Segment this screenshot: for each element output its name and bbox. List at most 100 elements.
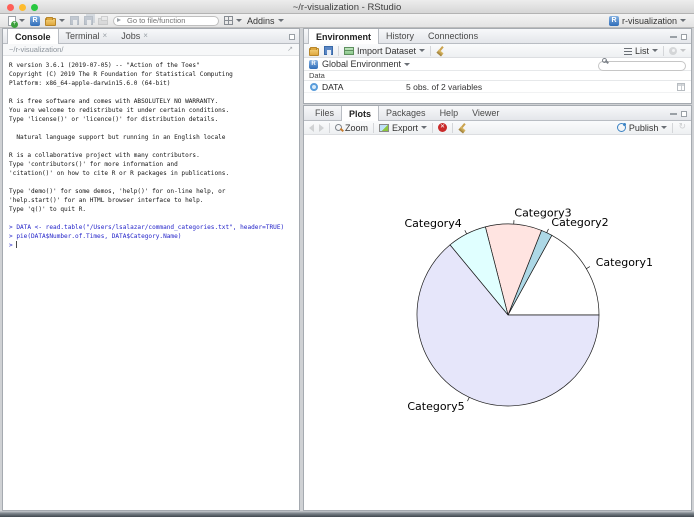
export-plot-button[interactable]: Export: [379, 123, 428, 133]
chevron-down-icon: [419, 49, 426, 52]
maximize-pane-icon[interactable]: [681, 33, 687, 40]
plots-tabbar: Files Plots Packages Help Viewer: [304, 106, 691, 121]
object-name: DATA: [322, 81, 344, 92]
titlebar: ~/r-visualization - RStudio: [0, 0, 694, 14]
zoom-plot-button[interactable]: Zoom: [335, 123, 368, 133]
pane-layout-icon: [224, 16, 233, 25]
print-button[interactable]: [98, 16, 108, 25]
import-dataset-label: Import Dataset: [357, 45, 417, 56]
new-file-icon: [8, 15, 18, 28]
data-object-icon: [310, 82, 318, 91]
import-dataset-button[interactable]: Import Dataset: [344, 45, 426, 56]
tab-packages[interactable]: Packages: [379, 106, 433, 120]
previous-plot-button[interactable]: [309, 123, 314, 132]
save-button[interactable]: [70, 16, 79, 25]
tab-connections[interactable]: Connections: [421, 29, 485, 43]
r-environment-icon: R: [309, 59, 318, 69]
plots-toolbar: Zoom Export ✕ Publish ↻: [304, 121, 691, 135]
remove-plot-button[interactable]: ✕: [438, 123, 448, 132]
environment-object-row[interactable]: DATA 5 obs. of 2 variables: [304, 81, 691, 93]
tab-label: Console: [15, 31, 51, 42]
pie-label-tick: [467, 397, 470, 402]
maximize-pane-icon[interactable]: [681, 110, 687, 117]
save-workspace-button[interactable]: [324, 46, 333, 55]
tab-label: Viewer: [472, 108, 500, 118]
environment-scope-selector[interactable]: Global Environment: [322, 59, 411, 69]
next-plot-button[interactable]: [319, 123, 324, 132]
list-view-label: List: [634, 45, 649, 56]
console-prompt: >: [9, 242, 17, 249]
new-file-button[interactable]: [8, 15, 25, 28]
console-panel: Console Terminal × Jobs × ~/r-visualization/…: [2, 28, 300, 511]
open-file-button[interactable]: [45, 16, 65, 26]
clear-objects-button[interactable]: [436, 46, 446, 56]
list-view-button[interactable]: List: [623, 45, 658, 56]
separator: [430, 45, 432, 56]
window-title: ~/r-visualization - RStudio: [292, 2, 402, 13]
console-output-line: R is a collaborative project with many c…: [9, 152, 200, 159]
console-input-line: > DATA <- read.table("/Users/lsalazar/co…: [9, 224, 285, 231]
separator: [452, 122, 454, 133]
open-folder-icon: [45, 16, 56, 26]
main-toolbar: R Addins R r-visualization: [0, 14, 694, 28]
zoom-label: Zoom: [345, 122, 369, 133]
view-data-icon[interactable]: [677, 82, 685, 91]
project-menu-button[interactable]: R r-visualization: [608, 15, 686, 26]
tab-console[interactable]: Console: [7, 29, 59, 44]
separator: [672, 122, 674, 133]
list-view-icon: [623, 48, 632, 55]
text-cursor: [16, 241, 18, 248]
tab-environment[interactable]: Environment: [308, 29, 380, 44]
minimize-pane-icon[interactable]: [670, 112, 677, 115]
publish-label: Publish: [628, 122, 659, 133]
environment-search-input[interactable]: [598, 60, 686, 71]
image-icon: [379, 124, 390, 132]
save-all-button[interactable]: [84, 16, 93, 25]
console-output-line: Type 'license()' or 'licence()' for dist…: [9, 116, 219, 123]
search-icon: [602, 57, 607, 63]
tab-jobs[interactable]: Jobs ×: [114, 29, 155, 43]
environment-scope-row: R Global Environment: [304, 57, 691, 71]
addins-button[interactable]: Addins: [247, 16, 284, 26]
close-tab-icon[interactable]: ×: [143, 32, 148, 40]
chevron-down-icon: [421, 126, 428, 129]
refresh-icon[interactable]: ↻: [678, 123, 686, 132]
minimize-pane-icon[interactable]: [670, 35, 677, 38]
separator: [432, 122, 434, 133]
environment-settings-button[interactable]: [669, 46, 686, 55]
separator: [338, 45, 339, 56]
addins-label: Addins: [247, 15, 275, 26]
tab-plots[interactable]: Plots: [341, 106, 380, 121]
console-output-line: Copyright (C) 2019 The R Foundation for …: [9, 71, 233, 78]
publish-icon: [616, 123, 626, 132]
pane-layout-button[interactable]: [224, 16, 242, 25]
console-pathbar: ~/r-visualization/ ↗: [3, 44, 299, 56]
load-workspace-button[interactable]: [309, 46, 319, 56]
new-project-button[interactable]: R: [30, 15, 40, 26]
console-output-line: Natural language support but running in …: [9, 134, 226, 141]
tab-label: Environment: [316, 31, 372, 42]
chevron-down-icon: [236, 19, 242, 22]
clear-all-plots-button[interactable]: [458, 123, 468, 133]
goto-file-input[interactable]: [113, 15, 219, 26]
tab-files[interactable]: Files: [308, 106, 341, 120]
pie-label-category5: Category5: [407, 400, 464, 413]
tab-terminal[interactable]: Terminal ×: [59, 29, 115, 43]
tab-history[interactable]: History: [379, 29, 421, 43]
maximize-pane-icon[interactable]: [289, 33, 295, 40]
chevron-down-icon: [661, 126, 668, 129]
console-output-line: Platform: x86_64-apple-darwin15.6.0 (64-…: [9, 80, 171, 87]
tab-label: Terminal: [65, 31, 100, 41]
open-in-new-window-icon[interactable]: ↗: [287, 46, 293, 53]
tab-help[interactable]: Help: [433, 106, 466, 120]
publish-button[interactable]: Publish: [616, 122, 668, 133]
import-dataset-icon: [344, 47, 354, 55]
tab-viewer[interactable]: Viewer: [465, 106, 506, 120]
console-output[interactable]: R version 3.6.1 (2019-07-05) -- "Action …: [3, 57, 299, 510]
separator: [663, 45, 664, 56]
close-tab-icon[interactable]: ×: [103, 32, 108, 40]
